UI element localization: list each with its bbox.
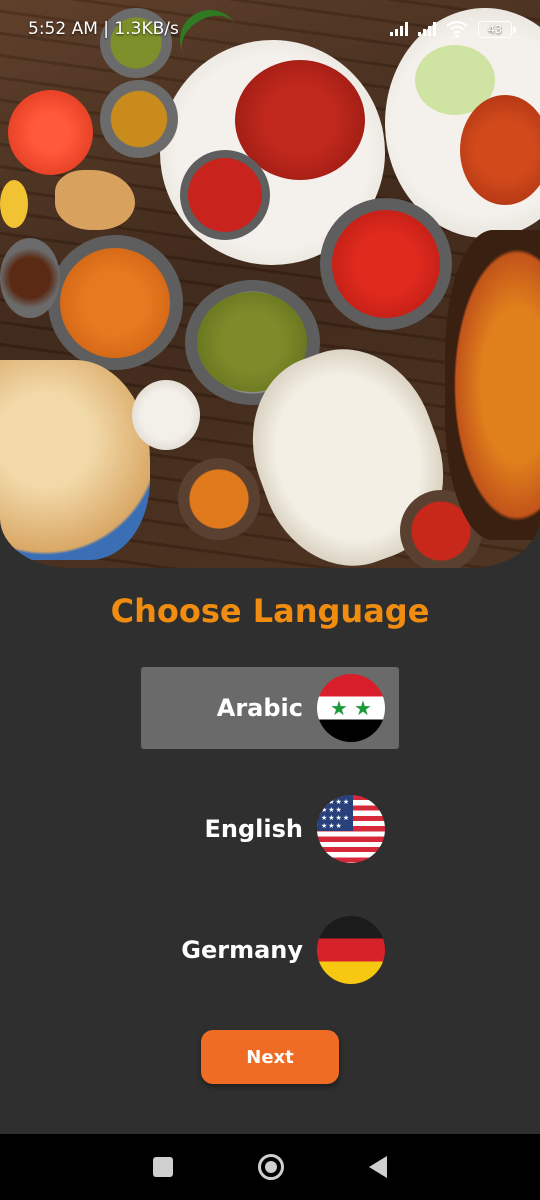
recents-icon[interactable]	[152, 1157, 173, 1177]
language-option-germany[interactable]: Germany	[141, 909, 399, 991]
hero-food-image	[0, 0, 540, 568]
battery-icon: 43	[478, 20, 516, 38]
language-label: Arabic	[216, 694, 303, 722]
signal-icon	[390, 22, 408, 36]
status-time-speed: 5:52 AM | 1.3KB/s	[28, 19, 179, 39]
battery-level: 43	[488, 22, 502, 36]
wifi-icon	[446, 20, 468, 38]
language-option-english[interactable]: English ★★★★ ★★★ ★★★★ ★★★	[141, 788, 399, 870]
syria-flag-icon: ★ ★	[317, 674, 385, 742]
usa-flag-icon: ★★★★ ★★★ ★★★★ ★★★	[317, 795, 385, 863]
germany-flag-icon	[317, 916, 385, 984]
next-button[interactable]: Next	[201, 1030, 339, 1084]
status-icons: 43	[390, 20, 516, 38]
language-option-arabic[interactable]: Arabic ★ ★	[141, 667, 399, 749]
language-label: Germany	[181, 936, 303, 964]
system-navigation-bar	[0, 1134, 540, 1200]
home-icon[interactable]	[257, 1154, 284, 1180]
status-bar: 5:52 AM | 1.3KB/s 43	[0, 0, 540, 58]
signal-icon	[418, 22, 436, 36]
page-title: Choose Language	[110, 592, 430, 630]
back-icon[interactable]	[369, 1156, 388, 1178]
language-label: English	[204, 815, 303, 843]
